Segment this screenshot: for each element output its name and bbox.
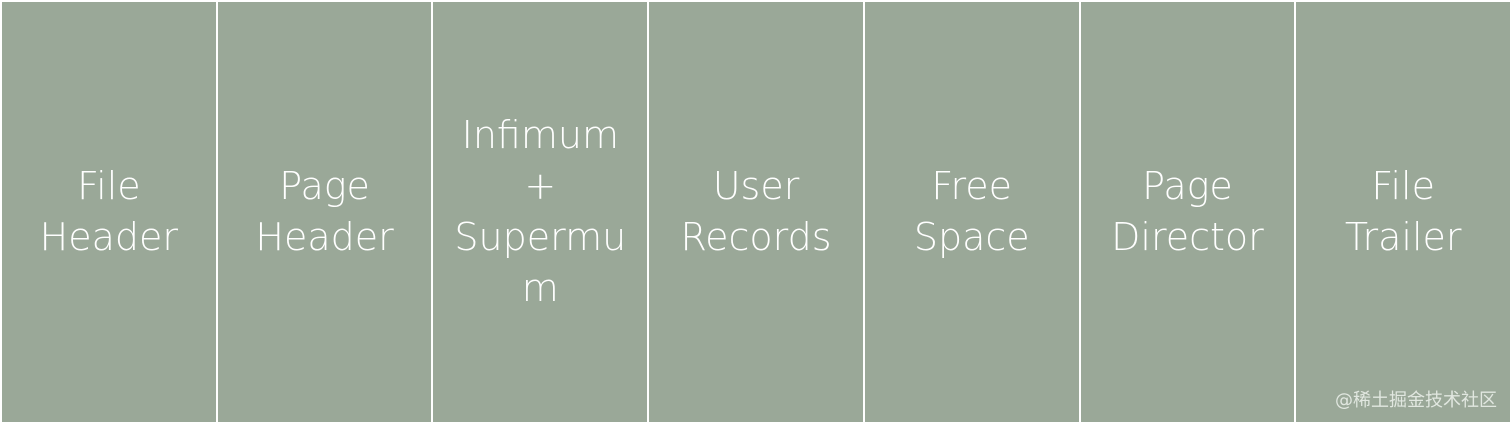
file-trailer-block: File Trailer — [1296, 2, 1511, 422]
free-space-block: Free Space — [864, 2, 1079, 422]
user-records-label: User Records — [680, 164, 832, 259]
file-header-block: File Header — [2, 2, 216, 422]
page-header-block: Page Header — [217, 2, 432, 422]
watermark-text: @稀土掘金技术社区 — [1335, 390, 1497, 411]
file-header-label: File Header — [39, 164, 179, 259]
page-structure-diagram: File Header Page Header Infimum + Superm… — [0, 0, 1512, 425]
infimum-supremum-block: Infimum + Supermu m — [433, 2, 648, 422]
page-header-label: Page Header — [255, 164, 394, 259]
free-space-label: Free Space — [913, 164, 1030, 259]
infimum-supremum-label: Infimum + Supermu m — [454, 113, 627, 310]
file-trailer-label: File Trailer — [1344, 164, 1462, 259]
page-directory-block: Page Director — [1080, 2, 1295, 422]
page-directory-label: Page Director — [1111, 164, 1264, 259]
user-records-block: User Records — [649, 2, 863, 422]
